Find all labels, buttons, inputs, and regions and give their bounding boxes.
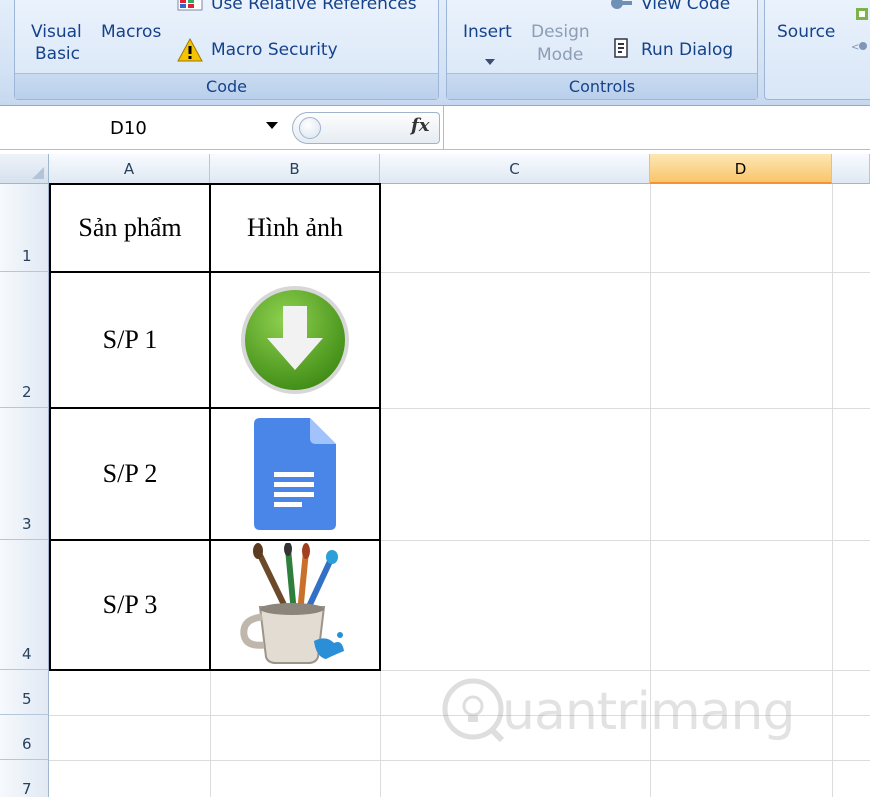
table-border — [49, 183, 381, 185]
insert-function-button[interactable]: fx — [411, 115, 429, 136]
row-header-label: 6 — [22, 735, 32, 753]
name-box-value: D10 — [110, 118, 147, 139]
name-box-dropdown-icon[interactable] — [266, 122, 278, 129]
table-border — [49, 669, 381, 671]
warning-icon — [177, 37, 203, 66]
column-header-e[interactable] — [832, 154, 870, 184]
column-header-b[interactable]: B — [210, 154, 380, 184]
source-button[interactable]: Source — [777, 22, 835, 42]
design-mode-button-line2[interactable]: Mode — [537, 45, 583, 65]
cell-b1[interactable]: Hình ảnh — [210, 184, 380, 272]
visual-basic-button-line2[interactable]: Basic — [35, 44, 80, 64]
view-code-icon — [609, 0, 633, 15]
table-border — [49, 183, 51, 671]
ribbon: Visual Basic Macros Use Relative Referen… — [0, 0, 870, 106]
google-docs-icon[interactable] — [250, 416, 340, 532]
row-header-4[interactable]: 4 — [0, 540, 49, 670]
cell-b3[interactable] — [210, 408, 380, 540]
relative-references-icon — [177, 0, 203, 15]
insert-dropdown-arrow-icon[interactable] — [485, 50, 495, 69]
view-code-button[interactable]: View Code — [641, 0, 730, 14]
formula-bar: D10 fx — [0, 106, 870, 150]
cell-a1[interactable]: Sản phẩm — [50, 184, 210, 272]
watermark: uantrimang — [440, 672, 840, 752]
row-header-7[interactable]: 7 — [0, 760, 49, 797]
formula-input[interactable] — [443, 106, 870, 150]
xml-group: Source < — [764, 0, 870, 100]
column-header-a[interactable]: A — [49, 154, 210, 184]
watermark-text: uantrimang — [502, 682, 795, 742]
use-relative-references-button[interactable]: Use Relative References — [211, 0, 417, 14]
column-header-c[interactable]: C — [380, 154, 650, 184]
name-box[interactable]: D10 — [0, 110, 288, 146]
paint-brushes-cup-icon[interactable] — [230, 543, 360, 667]
formula-bar-expander-icon[interactable] — [299, 117, 321, 139]
code-group: Visual Basic Macros Use Relative Referen… — [14, 0, 439, 100]
controls-group: Insert Design Mode View Code Run Dialog … — [446, 0, 758, 100]
run-dialog-icon — [613, 38, 631, 64]
row-header-2[interactable]: 2 — [0, 272, 49, 408]
svg-text:<: < — [851, 42, 859, 51]
macros-button[interactable]: Macros — [101, 22, 161, 42]
table-border — [379, 183, 381, 671]
download-arrow-icon[interactable] — [239, 284, 351, 396]
row-header-6[interactable]: 6 — [0, 715, 49, 760]
table-border — [49, 271, 381, 273]
controls-group-label: Controls — [447, 73, 757, 99]
design-mode-button-line1[interactable]: Design — [531, 22, 590, 42]
cell-b4[interactable] — [210, 540, 380, 670]
gridline — [49, 760, 870, 761]
table-border — [49, 539, 381, 541]
code-group-label: Code — [15, 73, 438, 99]
row-header-label: 5 — [22, 690, 32, 708]
row-header-label: 4 — [22, 645, 32, 663]
lightbulb-logo-icon — [442, 678, 505, 742]
cell-a2[interactable]: S/P 1 — [50, 272, 210, 408]
row-header-label: 1 — [22, 247, 32, 265]
cell-b2[interactable] — [210, 272, 380, 408]
column-header-d[interactable]: D — [650, 154, 832, 184]
row-header-label: 2 — [22, 383, 32, 401]
map-properties-icon[interactable] — [855, 6, 869, 25]
row-header-5[interactable]: 5 — [0, 670, 49, 715]
insert-button[interactable]: Insert — [463, 22, 512, 42]
table-border — [209, 183, 211, 671]
cell-a4[interactable]: S/P 3 — [50, 540, 210, 670]
row-header-label: 3 — [22, 515, 32, 533]
row-header-1[interactable]: 1 — [0, 184, 49, 272]
cell-a3[interactable]: S/P 2 — [50, 408, 210, 540]
expansion-packs-icon[interactable]: < — [851, 36, 869, 55]
formula-controls: fx — [292, 112, 440, 144]
macro-security-button[interactable]: Macro Security — [211, 40, 338, 60]
row-header-label: 7 — [22, 780, 32, 797]
select-all-triangle-icon — [32, 167, 44, 179]
select-all-button[interactable] — [0, 154, 49, 184]
table-border — [49, 407, 381, 409]
row-header-3[interactable]: 3 — [0, 408, 49, 540]
run-dialog-button[interactable]: Run Dialog — [641, 40, 733, 60]
visual-basic-button-line1[interactable]: Visual — [31, 22, 82, 42]
worksheet-grid: A B C D 1 2 3 4 5 6 7 Sản phẩm Hình ảnh … — [0, 150, 870, 797]
